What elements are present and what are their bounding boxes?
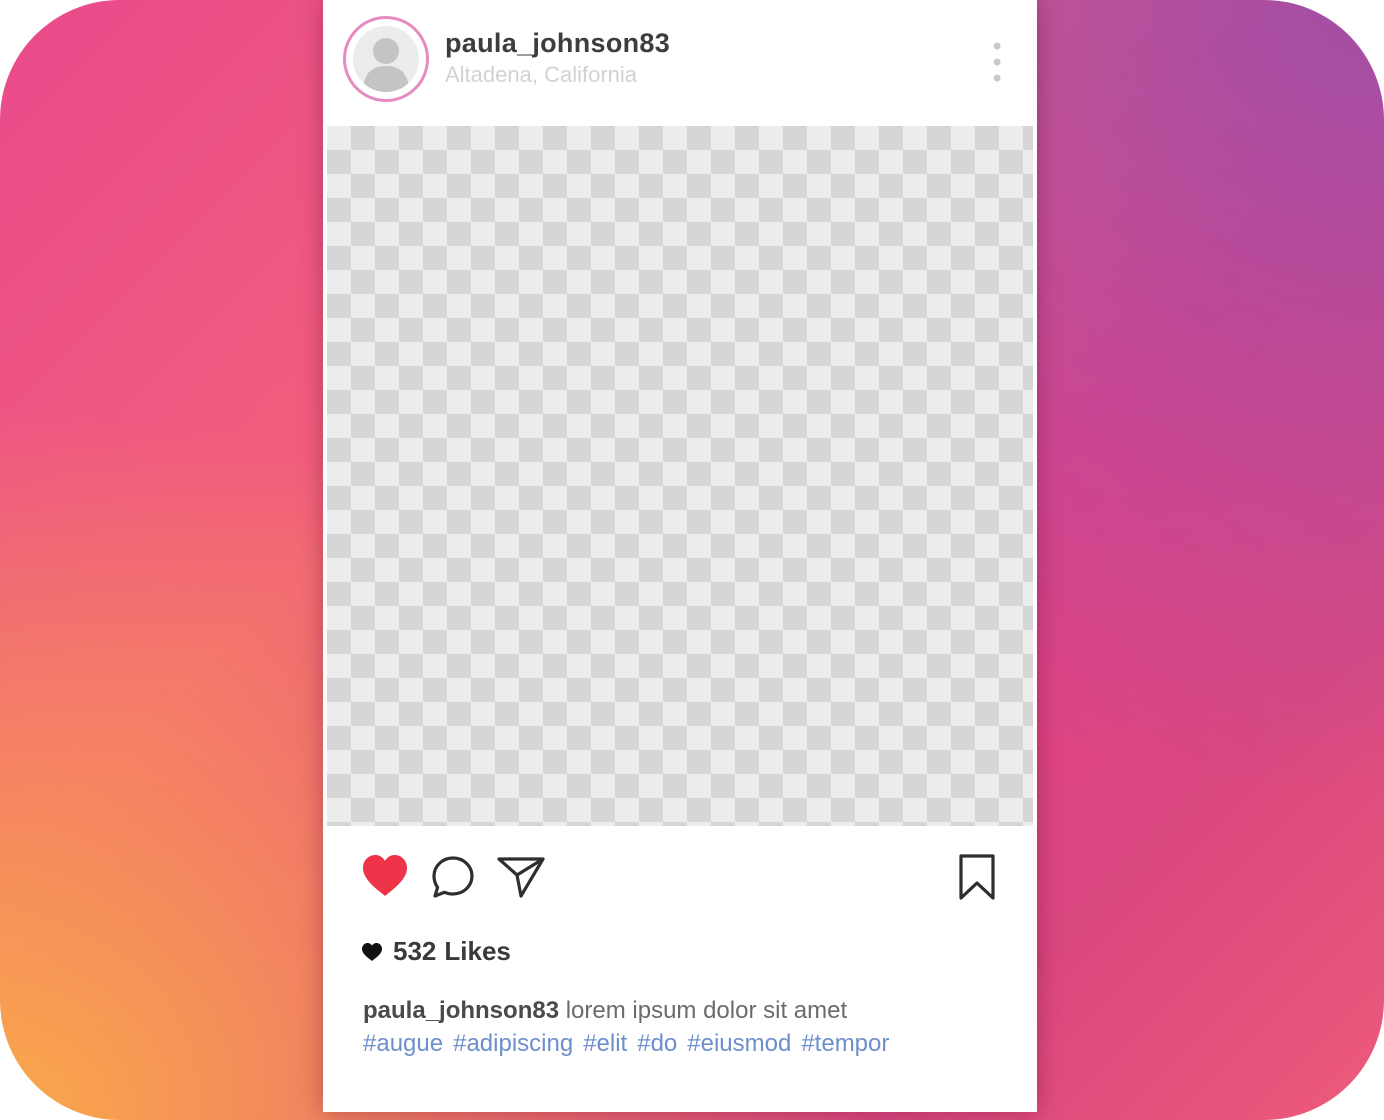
hashtag-link[interactable]: #eiusmod: [687, 1030, 791, 1057]
caption-line: paula_johnson83 lorem ipsum dolor sit am…: [363, 994, 1003, 1027]
post-image-placeholder[interactable]: [327, 126, 1033, 826]
hashtag-link[interactable]: #do: [637, 1030, 677, 1057]
paper-plane-icon: [497, 857, 545, 898]
caption-text: lorem ipsum dolor sit amet: [565, 997, 848, 1024]
hashtag-link[interactable]: #adipiscing: [453, 1030, 573, 1057]
post-caption: paula_johnson83 lorem ipsum dolor sit am…: [363, 994, 1003, 1060]
post-card: paula_johnson83 Altadena, California 532…: [323, 0, 1037, 1112]
more-options-button[interactable]: [983, 38, 1011, 86]
likes-count[interactable]: 532 Likes: [361, 936, 511, 967]
bookmark-icon: [959, 854, 995, 900]
comment-button[interactable]: [427, 850, 479, 902]
share-button[interactable]: [495, 850, 547, 902]
more-vertical-icon: [993, 42, 1001, 82]
hashtag-link[interactable]: #tempor: [801, 1030, 889, 1057]
gradient-background: paula_johnson83 Altadena, California 532…: [0, 0, 1384, 1120]
likes-number: 532: [393, 936, 437, 966]
hashtag-list: #augue #adipiscing #elit #do #eiusmod #tempor: [363, 1027, 1003, 1060]
likes-label: Likes: [444, 936, 511, 966]
save-button[interactable]: [951, 850, 1003, 902]
caption-username[interactable]: paula_johnson83: [363, 997, 559, 1024]
post-actions: [323, 850, 1037, 914]
comment-bubble-icon: [432, 856, 474, 898]
post-location[interactable]: Altadena, California: [445, 62, 637, 88]
heart-small-icon: [362, 942, 382, 961]
avatar[interactable]: [343, 16, 429, 102]
user-silhouette-icon: [353, 26, 419, 92]
like-button[interactable]: [359, 850, 411, 902]
post-username[interactable]: paula_johnson83: [445, 28, 670, 59]
heart-icon: [363, 855, 407, 896]
hashtag-link[interactable]: #elit: [583, 1030, 627, 1057]
hashtag-link[interactable]: #augue: [363, 1030, 443, 1057]
post-header: paula_johnson83 Altadena, California: [323, 0, 1037, 126]
